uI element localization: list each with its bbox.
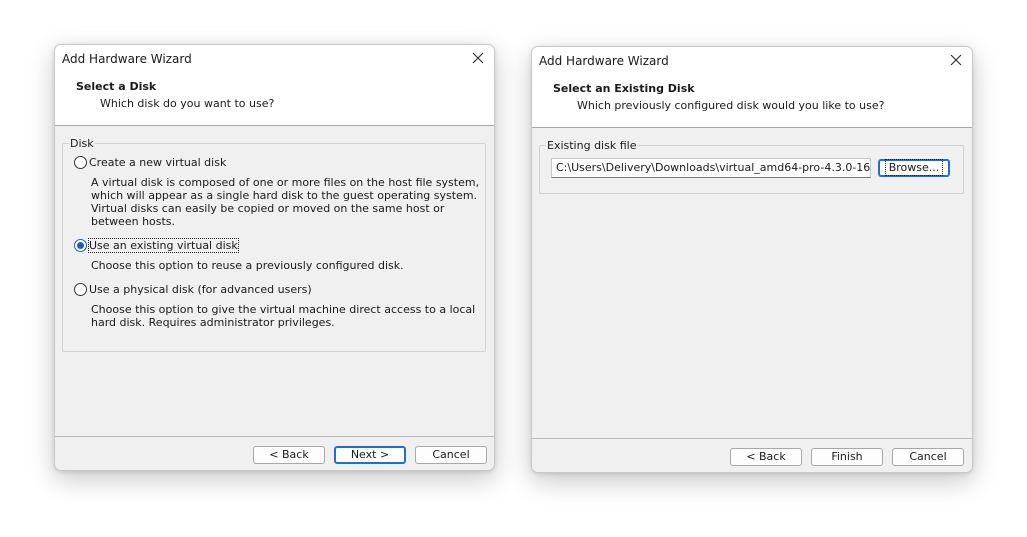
footer-separator: [55, 436, 494, 437]
existing-disk-file-label: Existing disk file: [546, 139, 638, 152]
header-subtitle: Which disk do you want to use?: [100, 97, 275, 110]
close-icon[interactable]: [469, 49, 487, 67]
add-hardware-wizard-select-disk-window: Add Hardware Wizard Select a Disk Which …: [54, 44, 495, 471]
footer-separator: [532, 438, 972, 439]
back-button[interactable]: < Back: [730, 448, 802, 466]
use-physical-disk-radio[interactable]: [74, 283, 87, 296]
wizard-header: Select an Existing Disk Which previously…: [532, 75, 972, 128]
browse-button[interactable]: Browse...: [878, 159, 950, 177]
add-hardware-wizard-existing-disk-window: Add Hardware Wizard Select an Existing D…: [531, 46, 973, 473]
next-button[interactable]: Next >: [334, 446, 406, 464]
finish-button[interactable]: Finish: [811, 448, 883, 466]
header-title: Select a Disk: [76, 80, 157, 93]
use-physical-disk-description: Choose this option to give the virtual m…: [91, 303, 476, 329]
use-existing-disk-radio[interactable]: [74, 239, 87, 252]
back-button[interactable]: < Back: [253, 446, 325, 464]
use-physical-disk-label[interactable]: Use a physical disk (for advanced users): [89, 283, 312, 296]
title-bar[interactable]: Add Hardware Wizard: [532, 47, 972, 75]
header-title: Select an Existing Disk: [553, 82, 695, 95]
disk-group-label: Disk: [69, 137, 95, 150]
browse-button-label: Browse...: [884, 159, 944, 176]
window-title: Add Hardware Wizard: [62, 52, 192, 66]
use-existing-disk-description: Choose this option to reuse a previously…: [91, 259, 404, 272]
create-new-disk-label[interactable]: Create a new virtual disk: [89, 156, 226, 169]
header-subtitle: Which previously configured disk would y…: [577, 99, 885, 112]
create-new-disk-radio[interactable]: [74, 156, 87, 169]
cancel-button[interactable]: Cancel: [415, 446, 487, 464]
close-icon[interactable]: [947, 51, 965, 69]
create-new-disk-description: A virtual disk is composed of one or mor…: [91, 176, 480, 228]
title-bar[interactable]: Add Hardware Wizard: [55, 45, 494, 73]
disk-file-path-input[interactable]: C:\Users\Delivery\Downloads\virtual_amd6…: [551, 158, 871, 178]
cancel-button[interactable]: Cancel: [892, 448, 964, 466]
use-existing-disk-label[interactable]: Use an existing virtual disk: [88, 238, 239, 253]
wizard-header: Select a Disk Which disk do you want to …: [55, 73, 494, 126]
window-title: Add Hardware Wizard: [539, 54, 669, 68]
